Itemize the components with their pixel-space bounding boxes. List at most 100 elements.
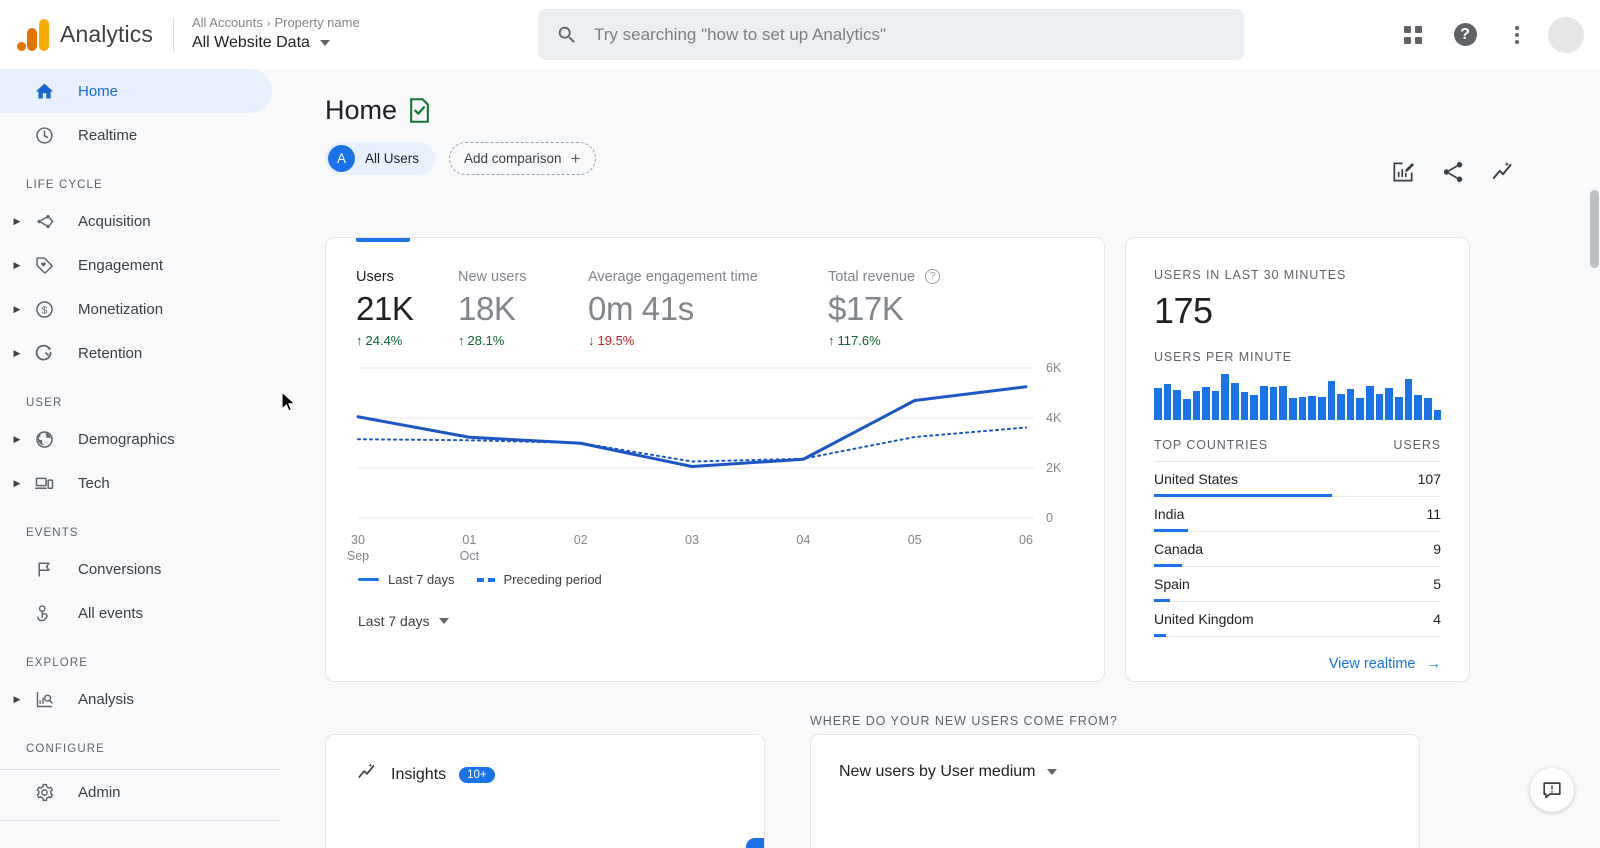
chart-legend: Last 7 days Preceding period [326, 568, 1104, 587]
plus-icon: + [570, 149, 581, 168]
metric-total-revenue[interactable]: Total revenue ? $17K ↑ 117.6% [828, 269, 998, 348]
metric-delta-value: 19.5% [597, 333, 635, 348]
add-comparison-button[interactable]: Add comparison + [449, 142, 596, 175]
segment-avatar: A [328, 145, 355, 172]
insights-trend-icon [356, 761, 378, 788]
sparkline-bar [1231, 383, 1239, 420]
globe-icon [30, 429, 58, 450]
sparkline-bar [1414, 394, 1422, 420]
sidebar-item-label: Retention [78, 344, 143, 362]
users-line-chart[interactable]: 0 2K 4K 6K 30 Sep 01 Oct 02 03 04 05 06 [326, 358, 1104, 568]
sidebar-item-label: Realtime [78, 126, 138, 144]
sidebar-item-conversions[interactable]: ▶ Conversions [0, 547, 280, 591]
metric-value: 0m 41s [588, 290, 694, 327]
account-selector[interactable]: All Accounts › Property name All Website D… [192, 15, 360, 54]
sidebar-item-all-events[interactable]: ▶ All events [0, 591, 280, 635]
view-realtime-label: View realtime [1328, 656, 1416, 672]
more-vert-icon[interactable] [1496, 14, 1538, 56]
sidebar-item-analysis[interactable]: ▶ Analysis [0, 677, 280, 721]
expand-arrow-icon[interactable]: ▶ [6, 478, 28, 488]
arrow-up-icon: ↑ [828, 333, 835, 348]
country-users: 5 [1433, 576, 1441, 592]
metric-label: Average engagement time [588, 269, 758, 285]
expand-arrow-icon[interactable]: ▶ [6, 434, 28, 444]
insights-chip [746, 838, 764, 848]
property-name[interactable]: All Website Data [192, 32, 360, 54]
sparkline-bar [1356, 398, 1365, 420]
sheets-check-icon[interactable] [409, 98, 430, 123]
top-countries-header: TOP COUNTRIES USERS [1154, 438, 1441, 462]
chevron-down-icon[interactable] [319, 40, 330, 46]
feedback-button[interactable] [1530, 768, 1574, 812]
expand-arrow-icon: ▶ [6, 609, 28, 618]
page-scrollbar[interactable] [1590, 190, 1599, 268]
country-row[interactable]: India 11 [1154, 497, 1441, 532]
help-icon[interactable]: ? [925, 269, 941, 284]
metric-avg-engagement-time[interactable]: Average engagement time 0m 41s ↓ 19.5% [588, 269, 828, 348]
main-content: Home A All Users Add comparison + Users … [280, 69, 1600, 848]
sidebar-section-configure: CONFIGURE [26, 743, 105, 755]
new-users-dimension-selector[interactable]: New users by User medium [811, 735, 1057, 781]
insights-trend-icon[interactable] [1488, 157, 1518, 187]
sparkline-bar [1337, 393, 1345, 420]
sparkline-bar [1211, 391, 1220, 420]
sidebar-item-label: Tech [78, 474, 110, 492]
sidebar-item-monetization[interactable]: ▶ $ Monetization [0, 287, 280, 331]
sidebar-item-demographics[interactable]: ▶ Demographics [0, 417, 280, 461]
search-input[interactable] [594, 24, 1226, 45]
apps-grid-icon[interactable] [1392, 14, 1434, 56]
sidebar-item-retention[interactable]: ▶ Retention [0, 331, 280, 375]
svg-text:03: 03 [685, 533, 699, 547]
sidebar-item-realtime[interactable]: ▶ Realtime [0, 113, 280, 157]
sidebar-item-acquisition[interactable]: ▶ Acquisition [0, 199, 280, 243]
view-realtime-link[interactable]: View realtime → [1154, 656, 1441, 672]
segment-all-users[interactable]: A All Users [325, 142, 436, 175]
sidebar-item-admin[interactable]: ▶ Admin [0, 770, 280, 814]
legend-solid-swatch [358, 578, 379, 581]
breadcrumb-accounts[interactable]: All Accounts [192, 15, 263, 30]
legend-preceding-period[interactable]: Preceding period [476, 572, 602, 587]
search-bar[interactable] [538, 9, 1244, 60]
sidebar-item-label: Conversions [78, 560, 162, 578]
expand-arrow-icon[interactable]: ▶ [6, 694, 28, 704]
share-icon[interactable] [1438, 157, 1468, 187]
sidebar-item-label: Analysis [78, 690, 134, 708]
sparkline-bar [1385, 387, 1394, 420]
arrow-right-icon: → [1426, 656, 1442, 672]
sparkline-bar [1423, 398, 1432, 420]
edit-chart-icon[interactable] [1388, 157, 1418, 187]
svg-text:05: 05 [908, 533, 922, 547]
metric-label: New users [458, 269, 527, 285]
search-icon [558, 26, 575, 43]
metric-new-users[interactable]: New users 18K ↑ 28.1% [458, 269, 588, 348]
metric-users[interactable]: Users 21K ↑ 24.4% [356, 269, 458, 348]
expand-arrow-icon: ▶ [6, 87, 28, 96]
expand-arrow-icon[interactable]: ▶ [6, 260, 28, 270]
sidebar-item-home[interactable]: ▶ Home [0, 69, 272, 113]
sidebar-item-tech[interactable]: ▶ Tech [0, 461, 280, 505]
country-row[interactable]: Canada 9 [1154, 532, 1441, 567]
date-range-selector[interactable]: Last 7 days [326, 587, 449, 629]
help-icon[interactable]: ? [1444, 14, 1486, 56]
country-row[interactable]: United States 107 [1154, 462, 1441, 497]
new-users-card: New users by User medium [810, 734, 1420, 848]
metric-label-text: Total revenue [828, 269, 916, 285]
country-row[interactable]: Spain 5 [1154, 567, 1441, 602]
insights-title: Insights [391, 765, 447, 783]
header-actions: ? [1392, 0, 1584, 69]
sidebar-item-engagement[interactable]: ▶ Engagement [0, 243, 280, 287]
insights-header[interactable]: Insights 10+ [326, 735, 764, 788]
country-row[interactable]: United Kingdom 4 [1154, 602, 1441, 637]
svg-text:Sep: Sep [347, 549, 369, 563]
avatar[interactable] [1548, 16, 1584, 53]
sparkline-bar [1173, 390, 1181, 420]
expand-arrow-icon[interactable]: ▶ [6, 216, 28, 226]
expand-arrow-icon: ▶ [6, 131, 28, 140]
metric-delta-value: 28.1% [467, 333, 505, 348]
top-countries-col-name: TOP COUNTRIES [1154, 438, 1269, 452]
brand-title: Analytics [60, 21, 153, 47]
expand-arrow-icon[interactable]: ▶ [6, 348, 28, 358]
expand-arrow-icon[interactable]: ▶ [6, 304, 28, 314]
breadcrumb-property[interactable]: Property name [274, 15, 359, 30]
legend-last-7-days[interactable]: Last 7 days [358, 572, 455, 587]
